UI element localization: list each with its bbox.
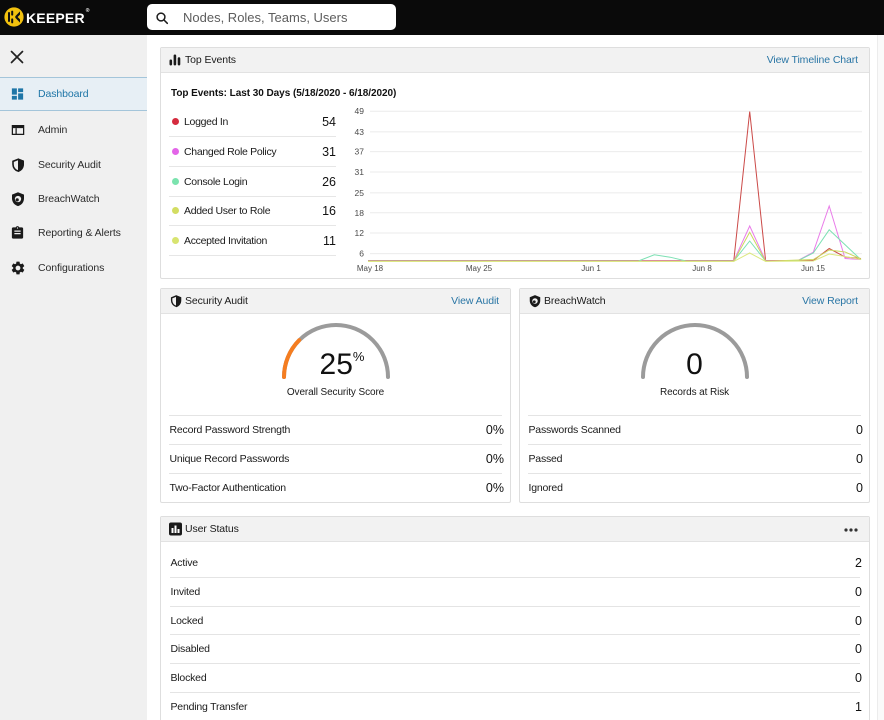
svg-text:25: 25 (355, 188, 365, 198)
svg-text:Jun 8: Jun 8 (692, 264, 712, 273)
svg-text:May 18: May 18 (357, 264, 384, 273)
svg-text:Jun 1: Jun 1 (581, 264, 601, 273)
svg-text:May 25: May 25 (466, 264, 493, 273)
svg-text:Jun 15: Jun 15 (801, 264, 826, 273)
svg-text:18: 18 (355, 208, 365, 218)
svg-text:43: 43 (355, 127, 365, 137)
svg-text:37: 37 (355, 147, 365, 157)
svg-text:31: 31 (355, 167, 365, 177)
svg-text:49: 49 (355, 106, 365, 116)
svg-text:6: 6 (359, 249, 364, 259)
svg-text:12: 12 (355, 228, 365, 238)
